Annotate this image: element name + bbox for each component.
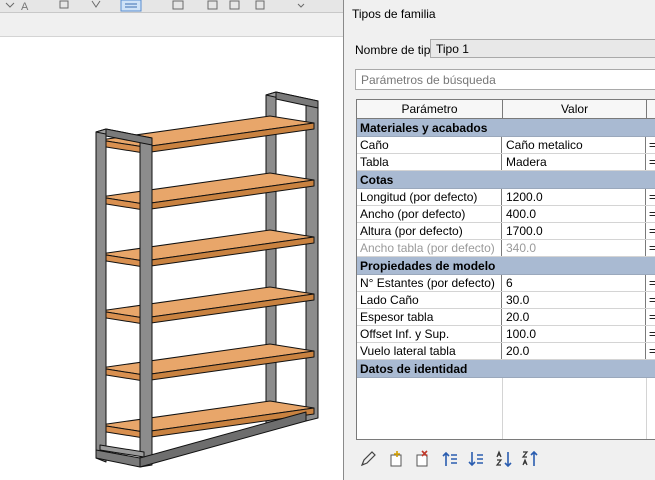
parameter-value[interactable]: 30.0: [503, 292, 646, 308]
sort-ascending-icon[interactable]: [493, 448, 515, 470]
frame-post: [139, 137, 153, 468]
empty-table-area: [357, 378, 655, 439]
3d-viewport[interactable]: [0, 37, 343, 480]
column-header-formula[interactable]: [647, 100, 655, 119]
parameter-value[interactable]: 100.0: [503, 326, 646, 342]
parameter-name: Offset Inf. y Sup.: [357, 326, 502, 342]
column-header-parameter[interactable]: Parámetro: [357, 100, 503, 119]
parameter-value[interactable]: 20.0: [503, 309, 646, 325]
switch-icon: [255, 0, 265, 10]
frame-top-rail: [275, 91, 319, 109]
view-tab-strip: [0, 13, 343, 37]
group-header[interactable]: Cotas: [357, 171, 655, 189]
parameter-row[interactable]: Vuelo lateral tabla20.0=: [357, 343, 655, 360]
parameter-name: Altura (por defecto): [357, 223, 502, 239]
formula-cell[interactable]: =: [647, 137, 655, 153]
parameter-value[interactable]: 1200.0: [503, 189, 646, 205]
parameter-row[interactable]: Altura (por defecto)1700.0=: [357, 223, 655, 240]
parameter-row[interactable]: N° Estantes (por defecto)6=: [357, 275, 655, 292]
formula-cell[interactable]: =: [647, 275, 655, 291]
parameter-name: Ancho (por defecto): [357, 206, 502, 222]
svg-text:A: A: [21, 1, 29, 12]
formula-cell[interactable]: =: [647, 326, 655, 342]
parameter-name: Tabla: [357, 154, 502, 170]
parameter-value[interactable]: Madera: [503, 154, 646, 170]
move-down-icon[interactable]: [465, 448, 487, 470]
parameter-row[interactable]: CañoCaño metalico=: [357, 137, 655, 154]
close-window-icon: [229, 0, 240, 10]
formula-cell[interactable]: =: [647, 309, 655, 325]
type-name-dropdown[interactable]: Tipo 1: [430, 39, 655, 58]
frame-post: [95, 128, 107, 463]
parameter-row[interactable]: Lado Caño30.0=: [357, 292, 655, 309]
new-type-icon[interactable]: [385, 448, 407, 470]
formula-cell[interactable]: =: [647, 189, 655, 205]
tile-icon: [207, 0, 218, 10]
parameter-name: Longitud (por defecto): [357, 189, 502, 205]
parameter-name: Ancho tabla (por defecto): [357, 240, 502, 256]
parameter-row[interactable]: Ancho (por defecto)400.0=: [357, 206, 655, 223]
search-parameters-input[interactable]: [355, 69, 655, 90]
column-header-value[interactable]: Valor: [503, 100, 647, 119]
frame-post: [305, 100, 319, 422]
redo-icon: [5, 2, 15, 8]
parameter-name: Vuelo lateral tabla: [357, 343, 502, 359]
parameter-value[interactable]: 20.0: [503, 343, 646, 359]
parameters-table: Parámetro Valor Materiales y acabados Cañ…: [356, 99, 655, 440]
parameter-row[interactable]: Offset Inf. y Sup.100.0=: [357, 326, 655, 343]
parameter-row[interactable]: TablaMadera=: [357, 154, 655, 171]
move-up-icon[interactable]: [439, 448, 461, 470]
sort-descending-icon[interactable]: [519, 448, 541, 470]
quick-access-icons: A: [5, 0, 305, 13]
parameter-row[interactable]: Espesor tabla20.0=: [357, 309, 655, 326]
parameter-value[interactable]: 400.0: [503, 206, 646, 222]
filter-icon: [91, 0, 101, 8]
parameter-name: Espesor tabla: [357, 309, 502, 325]
formula-cell[interactable]: =: [647, 343, 655, 359]
parameter-value[interactable]: 6: [503, 275, 646, 291]
ribbon-toolbar: A: [0, 0, 343, 13]
formula-cell[interactable]: =: [647, 240, 655, 256]
frame-post: [265, 91, 277, 431]
parameter-row[interactable]: Longitud (por defecto)1200.0=: [357, 189, 655, 206]
view-icon: [59, 0, 69, 9]
shelving-unit-model: [95, 91, 319, 468]
group-header[interactable]: Datos de identidad: [357, 360, 655, 378]
formula-cell[interactable]: =: [647, 223, 655, 239]
parameter-value[interactable]: 340.0: [503, 240, 646, 256]
family-types-dialog: Tipos de familia Nombre de tipo: Tipo 1 …: [343, 0, 655, 480]
chevron-down-icon: [297, 3, 305, 8]
formula-cell[interactable]: =: [647, 206, 655, 222]
parameter-name: Caño: [357, 137, 502, 153]
active-tool-icon: [120, 0, 142, 12]
group-header[interactable]: Materiales y acabados: [357, 119, 655, 137]
delete-type-icon[interactable]: [411, 448, 433, 470]
window-icon: [172, 0, 184, 10]
formula-cell[interactable]: =: [647, 154, 655, 170]
parameter-name: N° Estantes (por defecto): [357, 275, 502, 291]
parameter-name: Lado Caño: [357, 292, 502, 308]
parameter-value[interactable]: 1700.0: [503, 223, 646, 239]
group-header[interactable]: Propiedades de modelo: [357, 257, 655, 275]
pencil-icon[interactable]: [357, 448, 379, 470]
parameter-row[interactable]: Ancho tabla (por defecto)340.0=: [357, 240, 655, 257]
formula-cell[interactable]: =: [647, 292, 655, 308]
parameter-value[interactable]: Caño metalico: [503, 137, 646, 153]
dialog-title: Tipos de familia: [352, 7, 436, 21]
type-name-label: Nombre de tipo:: [355, 43, 441, 57]
